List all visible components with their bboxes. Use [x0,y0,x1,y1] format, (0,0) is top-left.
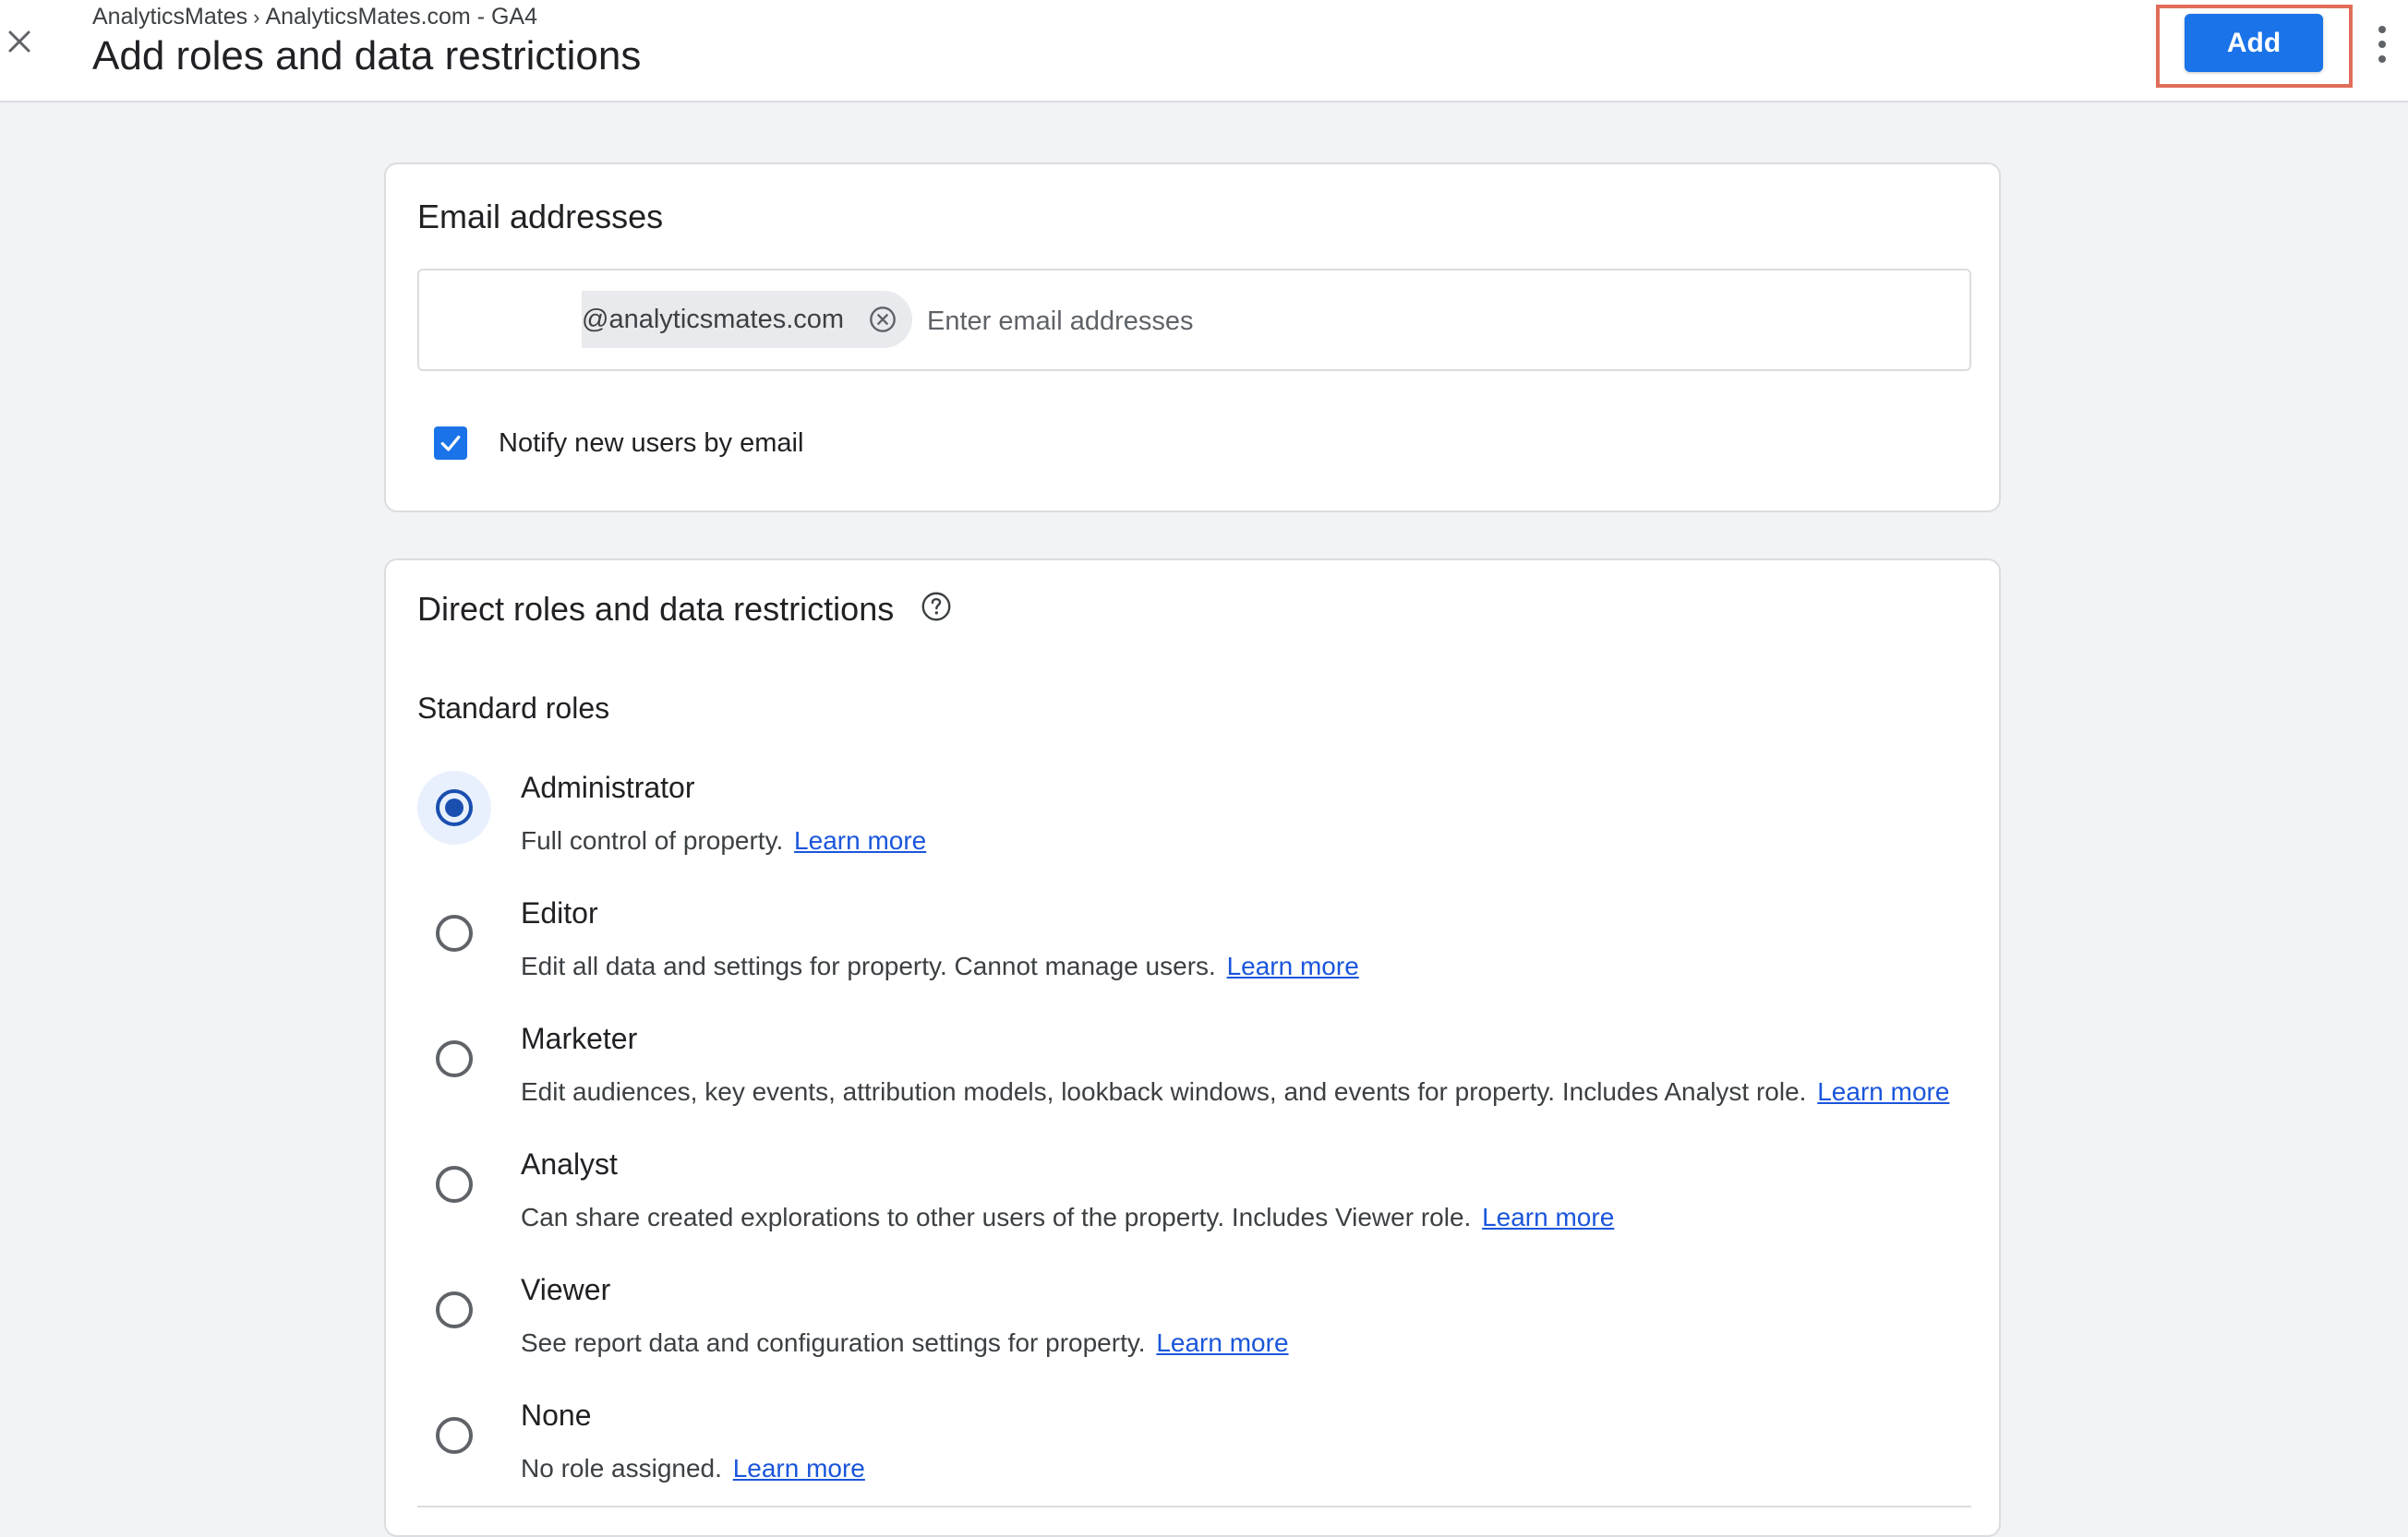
breadcrumb-account[interactable]: AnalyticsMates [92,4,247,30]
role-description: Full control of property. Learn more [521,826,927,855]
role-option-marketer[interactable]: Marketer Edit audiences, key events, att… [386,1022,1956,1142]
role-option-editor[interactable]: Editor Edit all data and settings for pr… [386,896,1956,1016]
role-option-administrator[interactable]: Administrator Full control of property. … [386,771,1956,891]
email-input[interactable] [927,298,1850,344]
standard-roles-heading: Standard roles [417,691,610,725]
close-icon[interactable] [0,22,39,61]
role-name: Editor [521,896,598,930]
top-bar: AnalyticsMates › AnalyticsMates.com - GA4 … [0,0,2408,102]
email-chip-text: @analyticsmates.com [582,304,845,334]
role-option-viewer[interactable]: Viewer See report data and configuration… [386,1273,1956,1393]
email-card-title: Email addresses [417,198,664,235]
divider [417,1506,1971,1507]
radio-none[interactable] [417,1399,491,1472]
learn-more-link[interactable]: Learn more [1482,1203,1614,1231]
notify-checkbox[interactable] [434,426,467,460]
role-option-analyst[interactable]: Analyst Can share created explorations t… [386,1147,1956,1267]
email-addresses-card: Email addresses @analyticsmates.com Noti… [384,162,2001,512]
email-chip[interactable]: @analyticsmates.com [582,291,912,348]
learn-more-link[interactable]: Learn more [1817,1077,1949,1106]
role-description: No role assigned. Learn more [521,1454,865,1483]
breadcrumb-separator: › [253,6,260,29]
direct-roles-card: Direct roles and data restrictions Stand… [384,558,2001,1537]
notify-label: Notify new users by email [499,427,804,458]
breadcrumb-property[interactable]: AnalyticsMates.com - GA4 [265,4,537,30]
radio-administrator[interactable] [417,771,491,845]
radio-viewer[interactable] [417,1273,491,1347]
radio-analyst[interactable] [417,1147,491,1221]
role-name: Viewer [521,1273,611,1306]
breadcrumb: AnalyticsMates › AnalyticsMates.com - GA4 [92,4,537,30]
learn-more-link[interactable]: Learn more [733,1454,865,1483]
radio-editor[interactable] [417,896,491,970]
learn-more-link[interactable]: Learn more [1227,952,1359,980]
page-title: Add roles and data restrictions [92,33,642,78]
help-icon[interactable] [920,590,953,623]
learn-more-link[interactable]: Learn more [1156,1328,1288,1357]
role-description: Can share created explorations to other … [521,1203,1615,1231]
role-name: Analyst [521,1147,618,1181]
role-description: See report data and configuration settin… [521,1328,1289,1357]
role-name: None [521,1399,592,1432]
role-description: Edit audiences, key events, attribution … [521,1077,1950,1106]
role-option-none[interactable]: None No role assigned. Learn more [386,1399,1956,1519]
notify-row: Notify new users by email [434,426,803,460]
radio-marketer[interactable] [417,1022,491,1096]
more-vert-icon[interactable] [2371,26,2393,63]
role-name: Marketer [521,1022,638,1055]
chip-remove-icon[interactable] [868,305,897,334]
learn-more-link[interactable]: Learn more [794,826,926,855]
role-description: Edit all data and settings for property.… [521,952,1359,980]
email-field[interactable]: @analyticsmates.com [417,269,1971,371]
check-icon [440,435,461,451]
add-button[interactable]: Add [2185,14,2323,72]
role-name: Administrator [521,771,695,804]
roles-card-title: Direct roles and data restrictions [417,590,895,628]
